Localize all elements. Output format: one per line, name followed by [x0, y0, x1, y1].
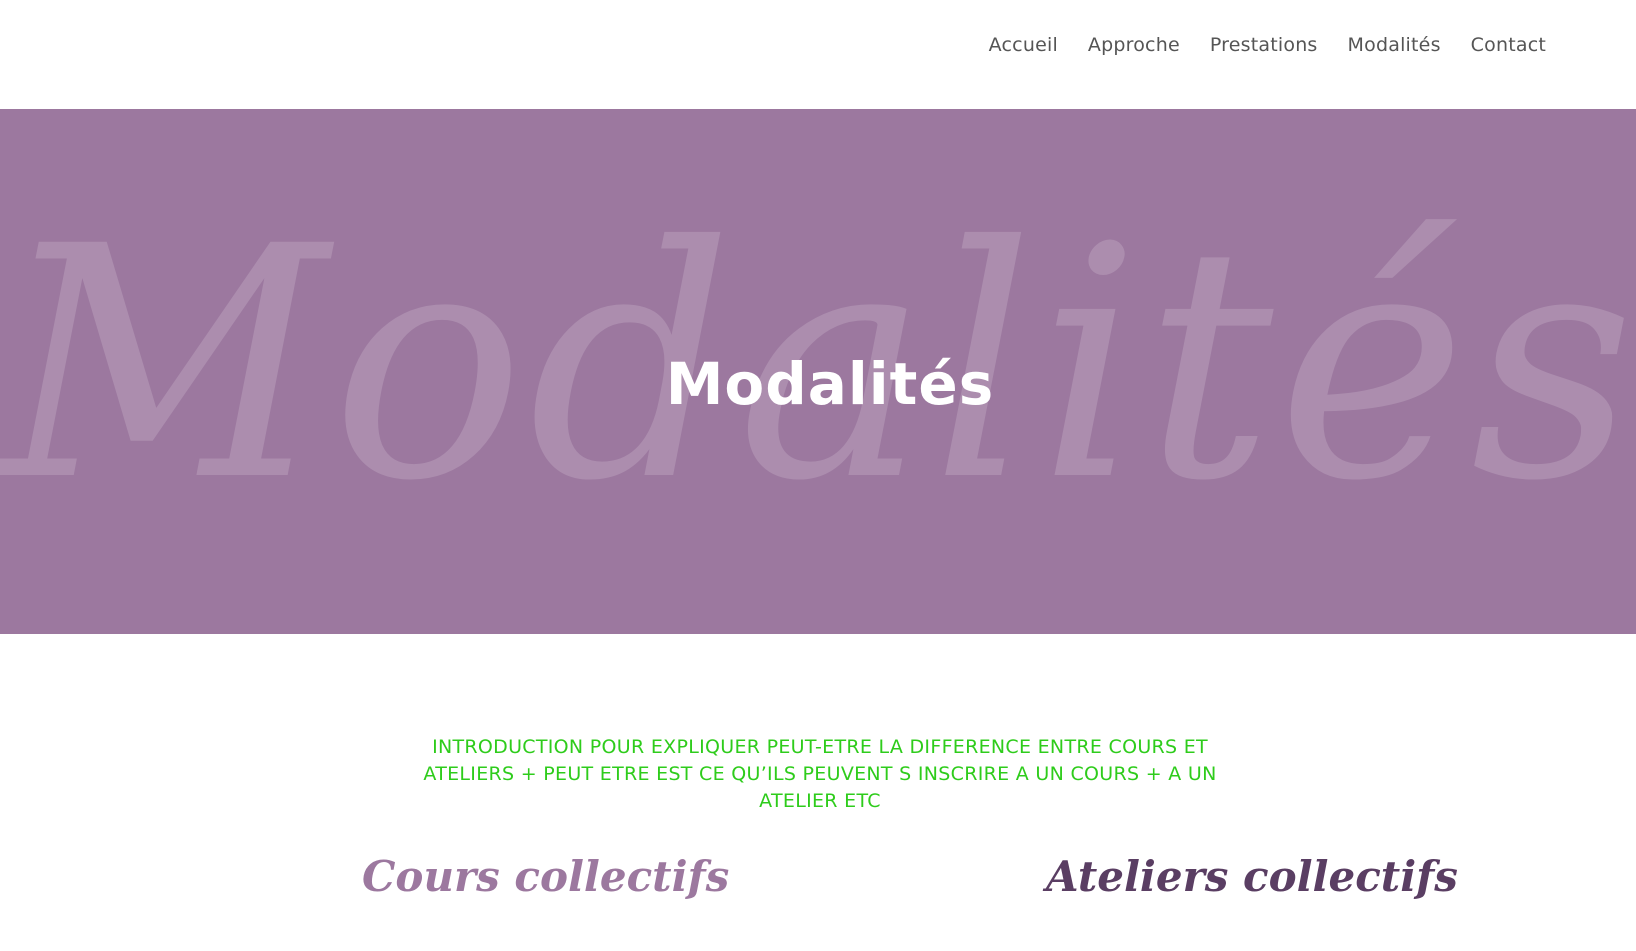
nav-link-accueil[interactable]: Accueil — [989, 34, 1058, 56]
section-title-ateliers-collectifs: Ateliers collectifs — [1046, 852, 1458, 901]
site-header: Accueil Approche Prestations Modalités C… — [0, 0, 1636, 109]
nav-link-prestations[interactable]: Prestations — [1210, 34, 1318, 56]
hero-banner: Modalités Modalités — [0, 109, 1636, 634]
page-title: Modalités — [665, 350, 995, 418]
section-title-cours-collectifs: Cours collectifs — [362, 852, 730, 901]
main-nav: Accueil Approche Prestations Modalités C… — [989, 34, 1546, 56]
nav-link-approche[interactable]: Approche — [1088, 34, 1180, 56]
intro-paragraph: INTRODUCTION POUR EXPLIQUER PEUT-ETRE LA… — [423, 736, 1217, 812]
nav-link-contact[interactable]: Contact — [1471, 34, 1546, 56]
nav-link-modalites[interactable]: Modalités — [1348, 34, 1441, 56]
